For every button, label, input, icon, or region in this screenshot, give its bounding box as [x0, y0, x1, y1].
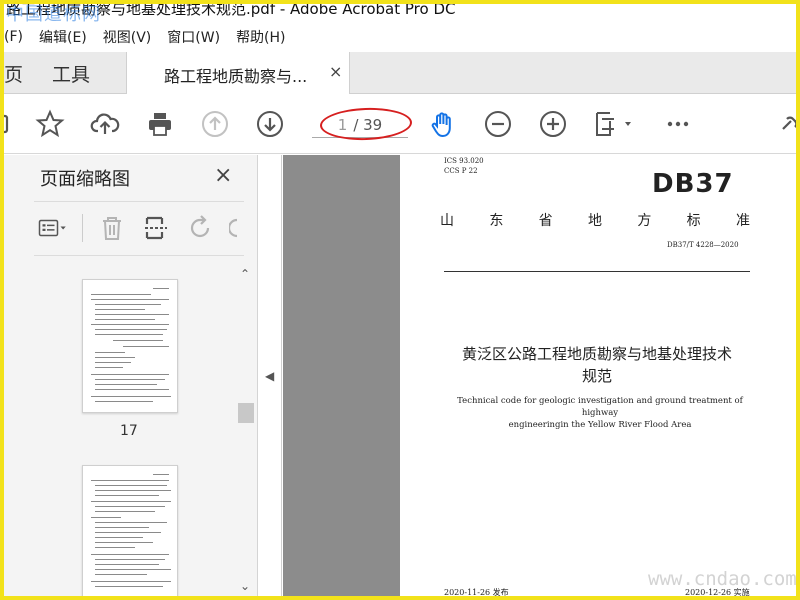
panel-close-icon[interactable]: ×	[214, 163, 232, 188]
document-title-cn: 黄泛区公路工程地质勘察与地基处理技术 规范	[461, 345, 732, 385]
site-watermark-bottom: www.cndao.com	[648, 568, 797, 590]
window-title: 路工程地质勘察与地基处理技术规范.pdf - Adobe Acrobat Pro…	[0, 0, 800, 22]
insert-page-icon[interactable]	[141, 213, 171, 243]
panel-scrollbar[interactable]	[238, 265, 254, 595]
standard-number: DB37/T 4228—2020	[667, 241, 739, 249]
more-tools-icon[interactable]	[662, 108, 694, 140]
cloud-upload-icon[interactable]	[89, 108, 121, 140]
link-icon[interactable]	[776, 108, 800, 140]
partial-tool-icon[interactable]	[0, 108, 18, 140]
panel-divider	[34, 255, 244, 256]
publish-date: 2020-11-26 发布	[444, 588, 509, 597]
header-rule	[444, 271, 750, 272]
menu-bar: (F) 编辑(E) 视图(V) 窗口(W) 帮助(H)	[0, 22, 800, 52]
panel-scroll-thumb[interactable]	[238, 403, 254, 423]
scroll-down-icon[interactable]: ⌄	[240, 579, 250, 593]
scroll-up-icon[interactable]: ⌃	[240, 267, 250, 281]
thumbnail-options-icon[interactable]	[38, 213, 68, 243]
panel-tool-separator	[82, 214, 83, 242]
panel-collapse-handle[interactable]: ◀	[258, 155, 282, 600]
zoom-out-icon[interactable]	[482, 108, 514, 140]
tab-bar: 页 工具 路工程地质勘察与... ×	[0, 52, 800, 94]
menu-view[interactable]: 视图(V)	[103, 27, 152, 47]
menu-edit[interactable]: 编辑(E)	[39, 27, 87, 47]
page-thumbnail-17[interactable]	[82, 279, 178, 413]
hand-tool-icon[interactable]	[427, 108, 459, 140]
document-page: ICS 93.020 CCS P 22 DB37 山 东 省 地 方 标 准 D…	[400, 155, 780, 600]
fit-page-icon[interactable]	[592, 108, 636, 140]
tab-document-title: 路工程地质勘察与...	[164, 67, 308, 86]
bookmark-star-icon[interactable]	[34, 108, 66, 140]
previous-page-icon[interactable]	[199, 108, 231, 140]
rotate-clockwise-icon[interactable]	[229, 213, 239, 243]
menu-window[interactable]: 窗口(W)	[167, 27, 220, 47]
viewer-scrollbar[interactable]	[780, 155, 800, 600]
page-thumbnail-18[interactable]	[82, 465, 178, 600]
tab-home[interactable]: 页	[4, 60, 23, 87]
site-watermark: 中国道标网	[6, 4, 101, 25]
delete-page-icon[interactable]	[97, 213, 127, 243]
panel-divider	[34, 201, 244, 202]
tab-close-icon[interactable]: ×	[329, 62, 342, 81]
collapse-left-icon[interactable]: ◀	[265, 369, 274, 383]
menu-help[interactable]: 帮助(H)	[236, 27, 285, 47]
ics-code: ICS 93.020 CCS P 22	[444, 157, 484, 175]
thumbnail-panel: 页面缩略图 × 17 ⌃ ⌄	[4, 155, 258, 600]
tab-tools[interactable]: 工具	[52, 60, 90, 87]
document-title-en: Technical code for geologic investigatio…	[457, 396, 743, 430]
print-icon[interactable]	[144, 108, 176, 140]
menu-file[interactable]: (F)	[4, 29, 23, 45]
tab-document[interactable]: 路工程地质勘察与... ×	[126, 52, 350, 94]
standard-code-logo: DB37	[652, 169, 734, 199]
panel-toolbar	[38, 213, 239, 243]
next-page-icon[interactable]	[254, 108, 286, 140]
zoom-in-icon[interactable]	[537, 108, 569, 140]
document-viewer[interactable]: ICS 93.020 CCS P 22 DB37 山 东 省 地 方 标 准 D…	[283, 155, 800, 600]
thumbnail-page-number: 17	[120, 423, 138, 439]
province-standard-label: 山 东 省 地 方 标 准	[440, 213, 750, 229]
panel-title: 页面缩略图	[40, 169, 130, 190]
rotate-page-icon[interactable]	[185, 213, 215, 243]
